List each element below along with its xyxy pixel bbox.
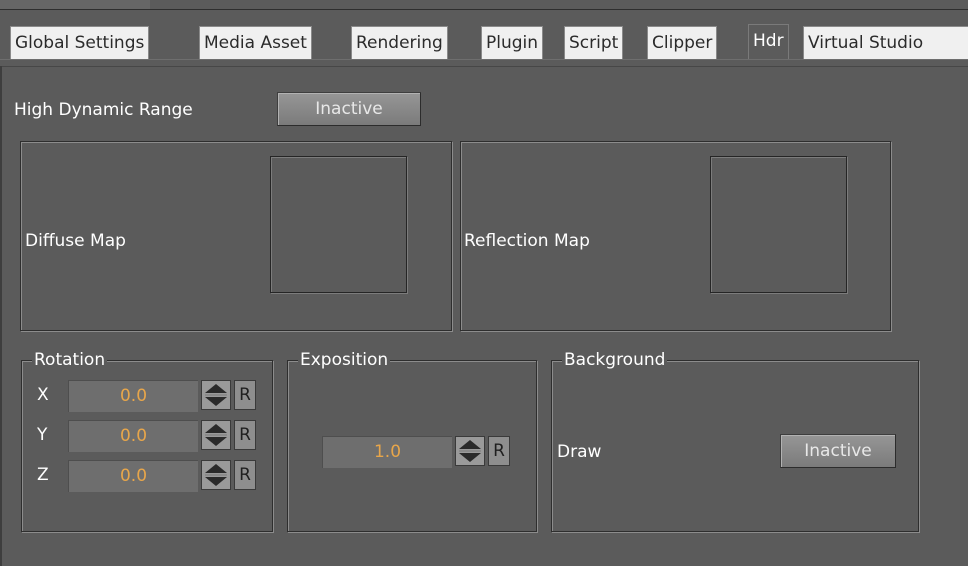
rotation-y-input[interactable]: 0.0 <box>68 420 198 452</box>
exposition-spinner[interactable] <box>455 436 485 466</box>
tab-rendering[interactable]: Rendering <box>351 26 448 60</box>
panel-top-line <box>0 66 968 67</box>
rotation-x-spinner[interactable] <box>201 380 231 410</box>
spinner-arrows-icon <box>459 440 481 462</box>
rotation-z-input[interactable]: 0.0 <box>68 460 198 492</box>
rotation-y-reset-button[interactable]: R <box>234 420 256 450</box>
rotation-y-spinner[interactable] <box>201 420 231 450</box>
rotation-x-label: X <box>37 385 49 405</box>
background-draw-toggle-button[interactable]: Inactive <box>780 434 896 468</box>
rotation-x-reset-button[interactable]: R <box>234 380 256 410</box>
hdr-toggle-button[interactable]: Inactive <box>277 92 421 126</box>
rotation-z-spinner[interactable] <box>201 460 231 490</box>
top-strip <box>0 0 968 10</box>
tab-virtual-studio[interactable]: Virtual Studio <box>803 26 968 60</box>
spinner-arrows-icon <box>205 464 227 486</box>
exposition-group: Exposition 1.0 R <box>287 348 537 532</box>
reflection-map-panel: Reflection Map <box>460 141 891 331</box>
spinner-arrows-icon <box>205 384 227 406</box>
spinner-arrows-icon <box>205 424 227 446</box>
diffuse-map-label: Diffuse Map <box>25 231 126 251</box>
rotation-title: Rotation <box>32 348 108 372</box>
reflection-map-slot[interactable] <box>710 156 847 293</box>
panel-left-edge <box>0 66 2 566</box>
rotation-group: Rotation X 0.0 R Y 0.0 R Z 0.0 R <box>21 348 273 532</box>
tab-script[interactable]: Script <box>564 26 624 60</box>
rotation-z-label: Z <box>37 465 49 485</box>
tab-hdr[interactable]: Hdr <box>748 24 789 60</box>
diffuse-map-slot[interactable] <box>270 156 407 293</box>
tab-plugin[interactable]: Plugin <box>481 26 544 60</box>
rotation-z-reset-button[interactable]: R <box>234 460 256 490</box>
exposition-reset-button[interactable]: R <box>488 436 510 466</box>
reflection-map-label: Reflection Map <box>464 231 590 251</box>
tab-global-settings[interactable]: Global Settings <box>10 26 150 60</box>
tab-strip: Global Settings Media Asset Rendering Pl… <box>0 24 968 60</box>
tab-clipper[interactable]: Clipper <box>647 26 718 60</box>
rotation-x-input[interactable]: 0.0 <box>68 380 198 412</box>
diffuse-map-panel: Diffuse Map <box>20 141 452 331</box>
hdr-label: High Dynamic Range <box>14 100 193 120</box>
exposition-title: Exposition <box>298 348 391 372</box>
rotation-y-label: Y <box>37 425 48 445</box>
tab-media-asset[interactable]: Media Asset <box>199 26 312 60</box>
tab-underline <box>0 59 968 60</box>
background-group: Background Draw Inactive <box>551 348 919 532</box>
background-draw-label: Draw <box>557 442 602 462</box>
exposition-input[interactable]: 1.0 <box>322 436 452 468</box>
background-title: Background <box>562 348 668 372</box>
